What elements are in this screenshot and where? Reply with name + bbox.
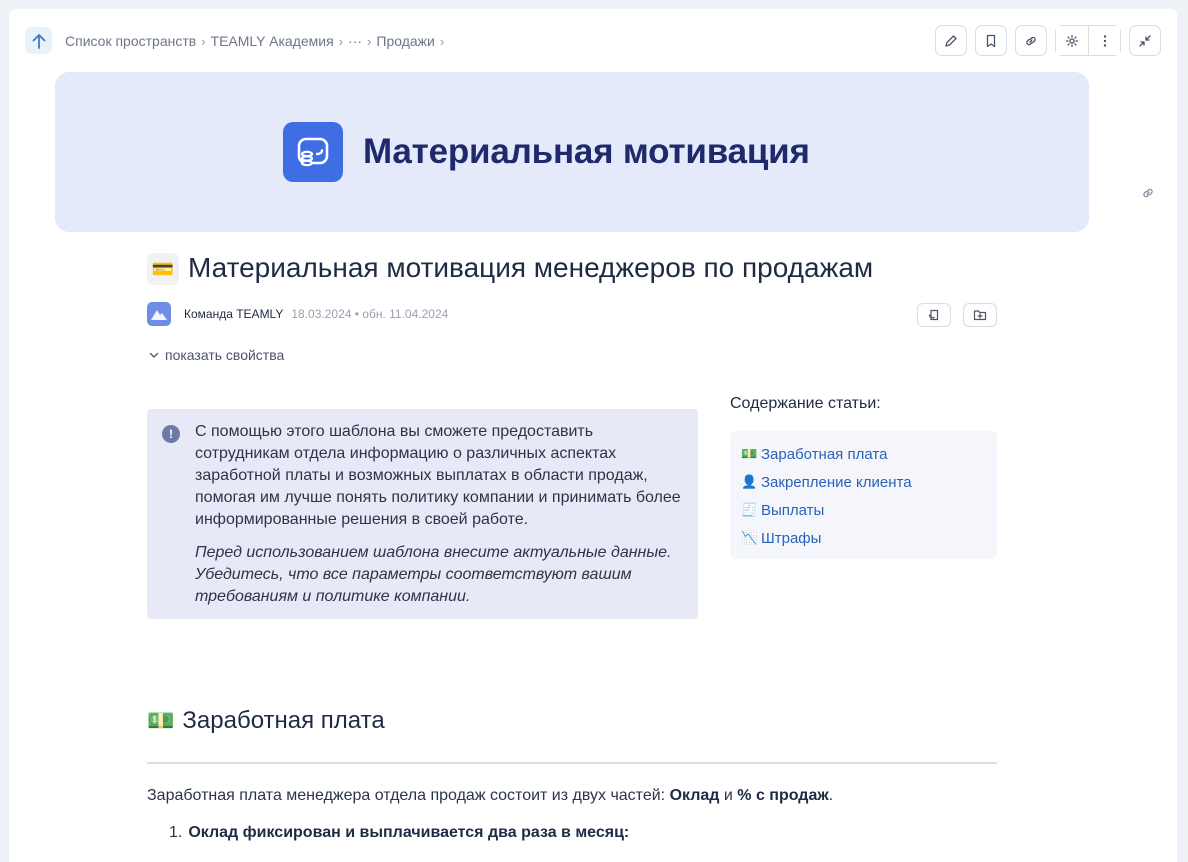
breadcrumb-item[interactable]: Список пространств [65, 33, 196, 49]
breadcrumb-ellipsis[interactable]: ··· [348, 33, 362, 49]
paragraph-text: и [719, 787, 738, 804]
mountain-logo-icon [151, 310, 167, 320]
toc-item-fines[interactable]: 📉 Штрафы [741, 524, 986, 552]
toolbar [935, 25, 1161, 56]
list-item-text: Оклад фиксирован и выплачивается два раз… [188, 824, 630, 841]
paragraph: Заработная плата менеджера отдела продаж… [147, 787, 833, 805]
breadcrumb: Список пространств › TEAMLY Академия › ·… [65, 32, 449, 50]
history-icon [928, 309, 939, 321]
copy-link-button[interactable] [1015, 25, 1047, 56]
banner-title: Материальная мотивация [363, 132, 810, 171]
banknote-icon: 💵 [147, 708, 175, 733]
receipt-icon: 🧾 [741, 502, 758, 517]
author-name[interactable]: Команда TEAMLY [184, 307, 283, 321]
toc-item-client[interactable]: 👤 Закрепление клиента [741, 468, 986, 496]
list-number: 1. [169, 824, 183, 841]
chart-down-icon: 📉 [741, 530, 758, 545]
toc-item-label: Закрепление клиента [761, 473, 912, 491]
toc-item-label: Заработная плата [761, 445, 888, 463]
chevron-down-icon [149, 352, 159, 358]
avatar[interactable] [147, 302, 171, 326]
toc-item-label: Выплаты [761, 501, 825, 519]
divider [147, 762, 997, 764]
show-properties-label: показать свойства [165, 347, 285, 363]
coins-logo-icon [283, 122, 343, 182]
more-vertical-icon [1103, 34, 1106, 47]
chevron-right-icon: › [367, 33, 372, 49]
document-dates: 18.03.2024 • обн. 11.04.2024 [291, 307, 449, 321]
more-button[interactable] [1088, 26, 1120, 55]
folder-icon [973, 310, 987, 321]
link-icon [1026, 36, 1036, 45]
paragraph-bold: Оклад [669, 787, 720, 804]
chevron-right-icon: › [201, 33, 206, 49]
anchor-link-icon[interactable] [1141, 186, 1155, 205]
toc-item-salary[interactable]: 💵 Заработная плата [741, 440, 986, 468]
list-item: 1. Оклад фиксирован и выплачивается два р… [169, 824, 629, 842]
settings-group [1055, 25, 1121, 56]
toc-item-label: Штрафы [761, 529, 822, 547]
move-to-folder-button[interactable] [963, 303, 997, 327]
bookmark-button[interactable] [975, 25, 1007, 56]
section-heading: 💵 Заработная плата [147, 707, 385, 735]
author-row: Команда TEAMLY 18.03.2024 • обн. 11.04.2… [147, 302, 448, 326]
chevron-right-icon: › [439, 33, 445, 49]
toc-item-payments[interactable]: 🧾 Выплаты [741, 496, 986, 524]
go-up-button[interactable] [25, 27, 52, 54]
gear-icon [1065, 34, 1079, 47]
breadcrumb-item[interactable]: Продажи [376, 33, 434, 49]
info-text: С помощью этого шаблона вы сможете предо… [195, 423, 681, 528]
collapse-button[interactable] [1129, 25, 1161, 56]
history-button[interactable] [917, 303, 951, 327]
banknote-icon: 💵 [741, 446, 758, 461]
show-properties-toggle[interactable]: показать свойства [149, 347, 284, 363]
paragraph-bold: % с продаж [737, 787, 829, 804]
arrow-up-icon [32, 33, 45, 49]
user-icon: 👤 [741, 474, 758, 489]
paragraph-text: Заработная плата менеджера отдела продаж… [147, 787, 670, 804]
bookmark-icon [986, 34, 996, 47]
pencil-icon [945, 34, 957, 47]
exclamation-icon: ! [162, 425, 180, 443]
chevron-right-icon: › [338, 33, 344, 49]
page: Список пространств › TEAMLY Академия › ·… [9, 9, 1177, 862]
info-note: Перед использованием шаблона внесите акт… [195, 544, 672, 605]
table-of-contents: 💵 Заработная плата 👤 Закрепление клиента… [730, 431, 997, 559]
collapse-icon [1139, 34, 1151, 47]
cover-banner: Материальная мотивация [55, 72, 1089, 232]
paragraph-text: . [828, 787, 834, 804]
settings-button[interactable] [1056, 26, 1088, 55]
section-heading-text: Заработная плата [182, 707, 385, 734]
edit-button[interactable] [935, 25, 967, 56]
credit-card-icon[interactable]: 💳 [147, 253, 179, 285]
info-callout: ! С помощью этого шаблона вы сможете пре… [147, 409, 698, 619]
breadcrumb-item[interactable]: TEAMLY Академия [211, 33, 334, 49]
page-title: Материальная мотивация менеджеров по про… [188, 252, 874, 283]
toc-heading: Содержание статьи: [730, 395, 881, 412]
